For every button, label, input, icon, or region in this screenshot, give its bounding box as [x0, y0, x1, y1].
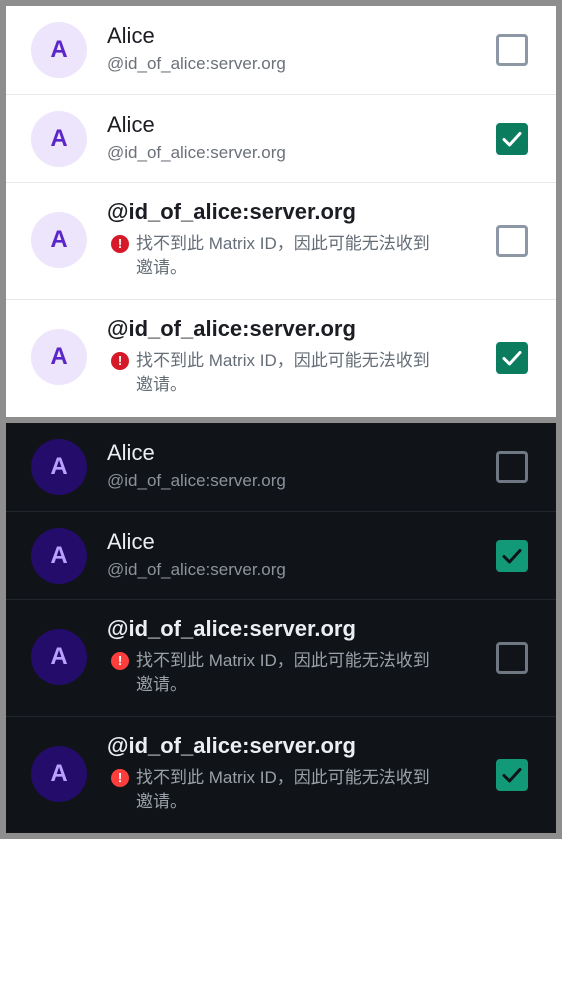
checkmark-icon	[502, 351, 522, 366]
warning-text: 找不到此 Matrix ID，因此可能无法收到邀请。	[136, 234, 430, 277]
warning-message: ! 找不到此 Matrix ID，因此可能无法收到邀请。	[107, 766, 446, 814]
checkmark-icon	[502, 768, 522, 783]
user-id: @id_of_alice:server.org	[107, 54, 286, 73]
select-checkbox[interactable]	[496, 122, 528, 155]
avatar: A	[31, 746, 87, 802]
list-item[interactable]: A @id_of_alice:server.org ! 找不到此 Matrix …	[6, 717, 556, 833]
select-checkbox[interactable]	[496, 342, 528, 374]
dark-theme-list: A Alice @id_of_alice:server.org A Alice …	[6, 423, 556, 833]
avatar: A	[31, 629, 87, 685]
warning-text: 找不到此 Matrix ID，因此可能无法收到邀请。	[136, 651, 430, 694]
item-text: @id_of_alice:server.org ! 找不到此 Matrix ID…	[107, 732, 446, 814]
display-name: Alice	[107, 440, 155, 465]
avatar: A	[31, 110, 87, 167]
item-text: Alice @id_of_alice:server.org	[107, 111, 446, 165]
list-item[interactable]: A Alice @id_of_alice:server.org	[6, 6, 556, 95]
list-item[interactable]: A @id_of_alice:server.org ! 找不到此 Matrix …	[6, 183, 556, 300]
error-circle-icon: !	[111, 235, 129, 253]
avatar: A	[31, 329, 87, 385]
user-id: @id_of_alice:server.org	[107, 559, 286, 579]
warning-message: ! 找不到此 Matrix ID，因此可能无法收到邀请。	[107, 232, 446, 280]
user-id: @id_of_alice:server.org	[107, 142, 286, 162]
item-text: @id_of_alice:server.org ! 找不到此 Matrix ID…	[107, 615, 446, 697]
list-item[interactable]: A @id_of_alice:server.org ! 找不到此 Matrix …	[6, 300, 556, 417]
display-name: Alice	[107, 23, 155, 48]
avatar: A	[31, 212, 87, 268]
user-id: @id_of_alice:server.org	[107, 199, 356, 224]
warning-text: 找不到此 Matrix ID，因此可能无法收到邀请。	[136, 351, 430, 394]
item-text: Alice @id_of_alice:server.org	[107, 528, 446, 582]
list-item[interactable]: A Alice @id_of_alice:server.org	[6, 423, 556, 512]
item-text: @id_of_alice:server.org ! 找不到此 Matrix ID…	[107, 198, 446, 280]
checkmark-icon	[502, 131, 522, 146]
avatar: A	[31, 22, 87, 78]
checkmark-icon	[502, 548, 522, 563]
error-circle-icon: !	[111, 769, 129, 787]
user-id: @id_of_alice:server.org	[107, 471, 286, 490]
warning-message: ! 找不到此 Matrix ID，因此可能无法收到邀请。	[107, 649, 446, 697]
select-checkbox[interactable]	[496, 34, 528, 66]
user-id: @id_of_alice:server.org	[107, 733, 356, 758]
select-checkbox[interactable]	[496, 451, 528, 483]
select-checkbox[interactable]	[496, 539, 528, 572]
item-text: @id_of_alice:server.org ! 找不到此 Matrix ID…	[107, 315, 446, 397]
warning-text: 找不到此 Matrix ID，因此可能无法收到邀请。	[136, 768, 430, 811]
item-text: Alice @id_of_alice:server.org	[107, 22, 446, 76]
error-circle-icon: !	[111, 652, 129, 670]
list-item[interactable]: A Alice @id_of_alice:server.org	[6, 512, 556, 600]
error-circle-icon: !	[111, 352, 129, 370]
list-item[interactable]: A Alice @id_of_alice:server.org	[6, 95, 556, 183]
light-theme-list: A Alice @id_of_alice:server.org A Alice …	[6, 6, 556, 417]
user-id: @id_of_alice:server.org	[107, 616, 356, 641]
avatar: A	[31, 439, 87, 495]
select-checkbox[interactable]	[496, 225, 528, 257]
warning-message: ! 找不到此 Matrix ID，因此可能无法收到邀请。	[107, 349, 446, 397]
user-id: @id_of_alice:server.org	[107, 316, 356, 341]
display-name: Alice	[107, 528, 155, 554]
item-text: Alice @id_of_alice:server.org	[107, 439, 446, 493]
display-name: Alice	[107, 111, 155, 137]
list-item[interactable]: A @id_of_alice:server.org ! 找不到此 Matrix …	[6, 600, 556, 717]
select-checkbox[interactable]	[496, 642, 528, 674]
select-checkbox[interactable]	[496, 759, 528, 791]
preview-frame: A Alice @id_of_alice:server.org A Alice …	[0, 0, 562, 839]
avatar: A	[31, 527, 87, 584]
